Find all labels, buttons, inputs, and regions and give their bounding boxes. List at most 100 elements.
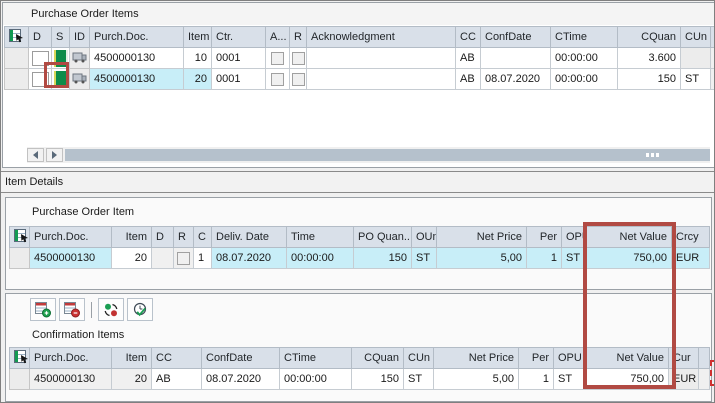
cell-purch-doc[interactable]: 4500000130 bbox=[90, 48, 184, 69]
cell-net-price[interactable]: 5,00 bbox=[434, 369, 519, 390]
col-item[interactable]: Item bbox=[184, 27, 212, 48]
grid-select-all-corner[interactable] bbox=[10, 348, 30, 369]
r-checkbox-cell[interactable] bbox=[290, 48, 307, 69]
row-selector[interactable] bbox=[10, 369, 30, 390]
cell-c[interactable]: 1 bbox=[194, 248, 212, 269]
cell-crcy[interactable]: EUR bbox=[672, 248, 710, 269]
row-selector[interactable] bbox=[5, 69, 29, 90]
delete-row-button[interactable] bbox=[59, 298, 85, 321]
col-id[interactable]: ID bbox=[70, 27, 90, 48]
col-net-price[interactable]: Net Price bbox=[434, 348, 519, 369]
cell-ctime[interactable]: 00:00:00 bbox=[280, 369, 352, 390]
cell-d[interactable] bbox=[152, 248, 174, 269]
cell-cun[interactable] bbox=[681, 48, 711, 69]
col-cquan[interactable]: CQuan bbox=[352, 348, 404, 369]
col-cc[interactable]: CC bbox=[456, 27, 481, 48]
horizontal-scrollbar[interactable] bbox=[27, 147, 710, 163]
cell-cun[interactable]: ST bbox=[404, 369, 434, 390]
id-icon-cell[interactable] bbox=[70, 69, 90, 90]
col-item[interactable]: Item bbox=[112, 348, 152, 369]
cell-net-price[interactable]: 5,00 bbox=[437, 248, 527, 269]
cell-conf-date[interactable]: 08.07.2020 bbox=[481, 69, 551, 90]
col-c[interactable]: C bbox=[194, 227, 212, 248]
cell-ctime[interactable]: 00:00:00 bbox=[551, 48, 618, 69]
cell-cquan[interactable]: 3.600 bbox=[618, 48, 681, 69]
cell-time[interactable]: 00:00:00 bbox=[287, 248, 354, 269]
col-net-price[interactable]: Net Price bbox=[437, 227, 527, 248]
a-checkbox-cell[interactable] bbox=[266, 48, 290, 69]
row-selector[interactable] bbox=[5, 48, 29, 69]
col-ctime[interactable]: CTime bbox=[551, 27, 618, 48]
cell-po-quan[interactable]: 150 bbox=[354, 248, 412, 269]
cell-cun[interactable]: ST bbox=[681, 69, 711, 90]
cell-opu[interactable]: ST bbox=[554, 369, 587, 390]
col-oun[interactable]: OUn bbox=[412, 227, 437, 248]
col-ctr[interactable]: Ctr. bbox=[212, 27, 266, 48]
cell-item[interactable]: 20 bbox=[112, 248, 152, 269]
col-item[interactable]: Item bbox=[112, 227, 152, 248]
scroll-left-button[interactable] bbox=[27, 148, 44, 162]
a-checkbox[interactable] bbox=[271, 73, 284, 86]
cell-cc[interactable]: AB bbox=[456, 48, 481, 69]
r-checkbox-cell[interactable] bbox=[174, 248, 194, 269]
cell-deliv-date[interactable]: 08.07.2020 bbox=[212, 248, 287, 269]
id-icon-cell[interactable] bbox=[70, 48, 90, 69]
cell-acknowledgment[interactable] bbox=[307, 48, 456, 69]
cell-acknowledgment[interactable] bbox=[307, 69, 456, 90]
cell-conf-date[interactable] bbox=[481, 48, 551, 69]
cell-item[interactable]: 10 bbox=[184, 48, 212, 69]
col-r[interactable]: R bbox=[290, 27, 307, 48]
insert-row-button[interactable] bbox=[30, 298, 56, 321]
scrollbar-thumb[interactable] bbox=[65, 149, 710, 161]
col-opu[interactable]: OPU bbox=[554, 348, 587, 369]
cell-cc[interactable]: AB bbox=[456, 69, 481, 90]
col-deliv-date[interactable]: Deliv. Date bbox=[212, 227, 287, 248]
col-d[interactable]: D bbox=[152, 227, 174, 248]
cell-purch-doc[interactable]: 4500000130 bbox=[30, 248, 112, 269]
col-purch-doc[interactable]: Purch.Doc. bbox=[30, 227, 112, 248]
cell-item[interactable]: 20 bbox=[184, 69, 212, 90]
r-checkbox-cell[interactable] bbox=[290, 69, 307, 90]
cell-cquan[interactable]: 150 bbox=[618, 69, 681, 90]
a-checkbox-cell[interactable] bbox=[266, 69, 290, 90]
col-ctime[interactable]: CTime bbox=[280, 348, 352, 369]
col-a[interactable]: A... bbox=[266, 27, 290, 48]
col-time[interactable]: Time bbox=[287, 227, 354, 248]
cell-oun[interactable]: ST bbox=[412, 248, 437, 269]
col-cquan[interactable]: CQuan bbox=[618, 27, 681, 48]
col-d[interactable]: D bbox=[29, 27, 52, 48]
col-conf-date[interactable]: ConfDate bbox=[481, 27, 551, 48]
check-deadline-button[interactable] bbox=[127, 298, 153, 321]
cell-per[interactable]: 1 bbox=[519, 369, 554, 390]
a-checkbox[interactable] bbox=[271, 52, 284, 65]
cell-ctr[interactable]: 0001 bbox=[212, 69, 266, 90]
r-checkbox[interactable] bbox=[177, 252, 190, 265]
r-checkbox[interactable] bbox=[292, 73, 305, 86]
cell-per[interactable]: 1 bbox=[527, 248, 562, 269]
cell-cc[interactable]: AB bbox=[152, 369, 202, 390]
grid-select-all-corner[interactable] bbox=[5, 27, 29, 48]
col-purch-doc[interactable]: Purch.Doc. bbox=[90, 27, 184, 48]
col-acknowledgment[interactable]: Acknowledgment bbox=[307, 27, 456, 48]
col-cun[interactable]: CUn bbox=[681, 27, 711, 48]
cell-ctr[interactable]: 0001 bbox=[212, 48, 266, 69]
col-crcy[interactable]: Crcy bbox=[672, 227, 710, 248]
cell-purch-doc[interactable]: 4500000130 bbox=[30, 369, 112, 390]
col-s[interactable]: S bbox=[52, 27, 70, 48]
col-conf-date[interactable]: ConfDate bbox=[202, 348, 280, 369]
col-cun[interactable]: CUn bbox=[404, 348, 434, 369]
cell-cquan[interactable]: 150 bbox=[352, 369, 404, 390]
cell-item[interactable]: 20 bbox=[112, 369, 152, 390]
col-per[interactable]: Per bbox=[527, 227, 562, 248]
row-selector[interactable] bbox=[10, 248, 30, 269]
cell-ctime[interactable]: 00:00:00 bbox=[551, 69, 618, 90]
col-r[interactable]: R bbox=[174, 227, 194, 248]
col-cc[interactable]: CC bbox=[152, 348, 202, 369]
col-po-quan[interactable]: PO Quan... bbox=[354, 227, 412, 248]
cell-purch-doc[interactable]: 4500000130 bbox=[90, 69, 184, 90]
col-purch-doc[interactable]: Purch.Doc. bbox=[30, 348, 112, 369]
scroll-right-button[interactable] bbox=[46, 148, 63, 162]
cell-conf-date[interactable]: 08.07.2020 bbox=[202, 369, 280, 390]
r-checkbox[interactable] bbox=[292, 52, 305, 65]
swap-order-button[interactable] bbox=[98, 298, 124, 321]
